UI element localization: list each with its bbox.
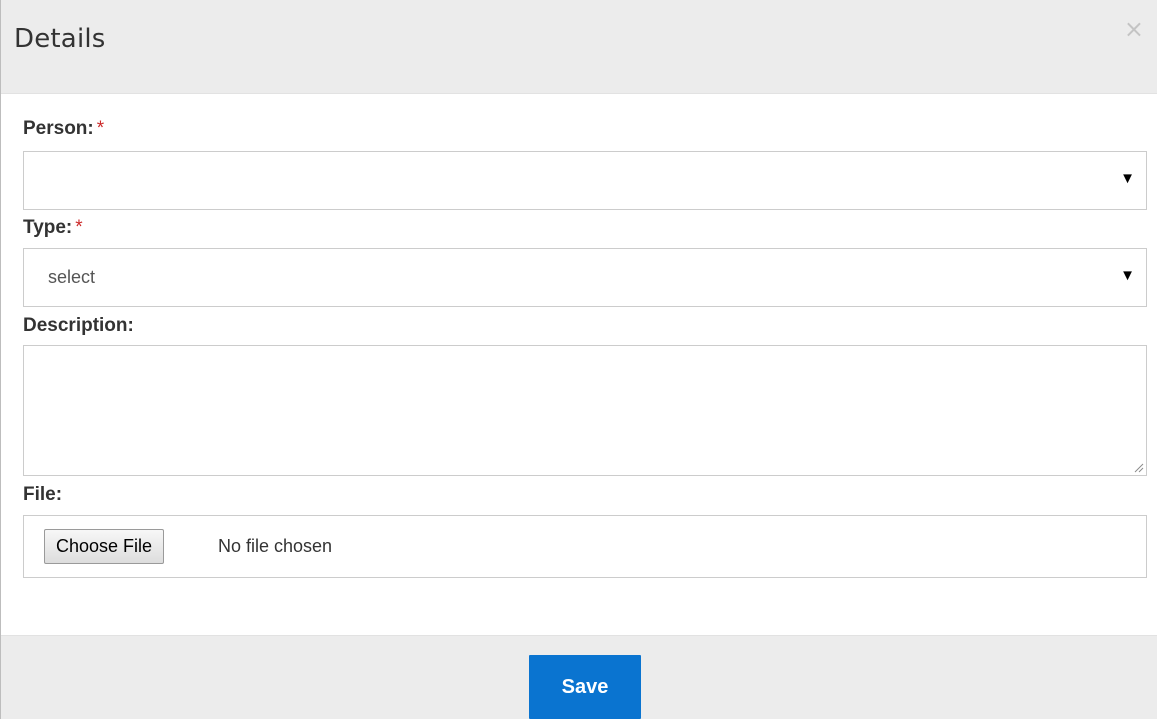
- chevron-down-icon: ▼: [1120, 170, 1135, 187]
- file-input: Choose File No file chosen: [23, 515, 1147, 578]
- description-label: Description:: [23, 315, 134, 337]
- required-indicator: *: [96, 118, 105, 139]
- file-label: File:: [23, 484, 62, 506]
- type-label-text: Type:: [23, 217, 73, 238]
- person-select[interactable]: ▼: [23, 151, 1147, 210]
- chevron-down-icon: ▼: [1120, 267, 1135, 284]
- person-label: Person: *: [23, 118, 104, 140]
- file-status-text: No file chosen: [218, 536, 333, 556]
- person-label-text: Person:: [23, 118, 94, 139]
- modal-title: Details: [14, 24, 106, 54]
- save-button[interactable]: Save: [529, 655, 641, 719]
- type-select-value: select: [48, 267, 96, 287]
- modal-footer: Save: [1, 635, 1157, 719]
- type-label: Type: *: [23, 217, 83, 239]
- required-indicator: *: [75, 217, 83, 238]
- file-label-text: File:: [23, 484, 63, 505]
- type-select[interactable]: select ▼: [23, 248, 1147, 307]
- modal-header: Details ×: [1, 0, 1157, 94]
- description-label-text: Description:: [23, 315, 134, 336]
- resize-grip-icon[interactable]: [1132, 461, 1144, 473]
- description-textarea[interactable]: [23, 345, 1147, 476]
- choose-file-button[interactable]: Choose File: [44, 529, 165, 564]
- close-icon[interactable]: ×: [1124, 17, 1144, 41]
- details-modal: Details × Person: * ▼ Type: * select ▼ Des…: [0, 0, 1157, 719]
